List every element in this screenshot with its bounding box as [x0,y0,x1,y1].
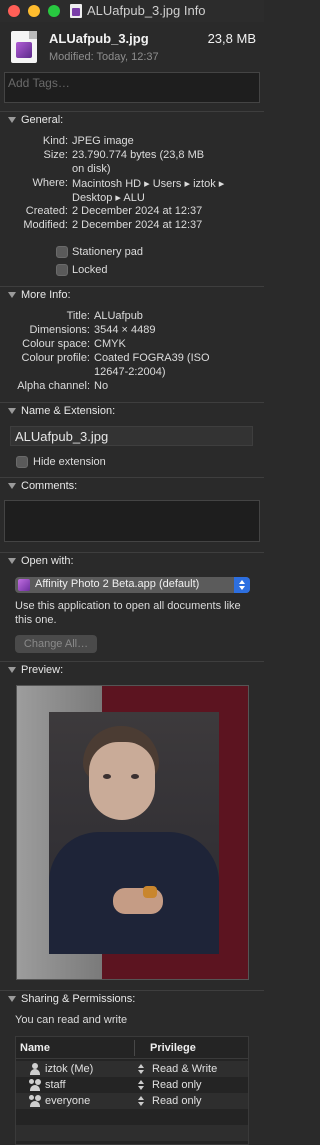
permissions-table-header: Name Privilege [16,1037,248,1059]
group-icon [29,1079,41,1091]
open-with-section-header[interactable]: Open with: [0,552,264,570]
disclosure-triangle-icon[interactable] [8,292,16,298]
stationery-pad-checkbox[interactable] [56,246,68,258]
locked-label: Locked [72,264,108,276]
open-with-app: Affinity Photo 2 Beta.app (default) [35,578,200,590]
name-column-header[interactable]: Name [20,1042,50,1054]
table-row[interactable]: staff Read only [16,1077,248,1093]
affinity-photo-app-icon [18,579,30,591]
title-bar: ALUafpub_3.jpg Info [0,0,264,22]
file-size: 23,8 MB [207,31,256,46]
preview-image [16,685,249,980]
user-icon [29,1063,41,1075]
popup-stepper-icon[interactable] [234,577,250,593]
group-icon [29,1095,41,1107]
privilege-stepper-icon[interactable] [138,1095,146,1107]
tags-input[interactable] [5,73,259,102]
hide-extension-checkbox[interactable] [16,456,28,468]
comments-field[interactable] [4,500,260,542]
general-section-header[interactable]: General: [0,111,264,129]
table-row-empty [16,1125,248,1141]
file-header: ALUafpub_3.jpg 23,8 MB Modified: Today, … [0,22,264,68]
comments-section-header[interactable]: Comments: [0,477,264,495]
permissions-table: Name Privilege iztok (Me) Read & Write s… [15,1036,249,1145]
permissions-note: You can read and write [15,1014,128,1026]
stationery-pad-label: Stationery pad [72,246,143,258]
affinity-photo-document-icon [11,31,37,63]
disclosure-triangle-icon[interactable] [8,408,16,414]
table-row-empty [16,1109,248,1125]
file-name-field[interactable] [10,426,253,446]
locked-checkbox[interactable] [56,264,68,276]
table-row[interactable]: everyone Read only [16,1093,248,1109]
disclosure-triangle-icon[interactable] [8,483,16,489]
file-name-input[interactable] [11,427,252,445]
more-info-section-header[interactable]: More Info: [0,286,264,304]
open-with-popup[interactable]: Affinity Photo 2 Beta.app (default) [15,577,250,593]
disclosure-triangle-icon[interactable] [8,667,16,673]
open-with-note: Use this application to open all documen… [15,600,241,626]
file-name: ALUafpub_3.jpg [49,31,149,46]
close-window-button[interactable] [8,5,20,17]
preview-section-header[interactable]: Preview: [0,661,264,679]
name-extension-section-header[interactable]: Name & Extension: [0,402,264,420]
zoom-window-button[interactable] [48,5,60,17]
file-modified: Modified: Today, 12:37 [49,51,159,63]
privilege-stepper-icon[interactable] [138,1079,146,1091]
disclosure-triangle-icon[interactable] [8,117,16,123]
change-all-button[interactable]: Change All… [15,635,97,653]
disclosure-triangle-icon[interactable] [8,558,16,564]
tags-field[interactable] [4,72,260,103]
hide-extension-label: Hide extension [33,456,106,468]
table-row[interactable]: iztok (Me) Read & Write [16,1061,248,1077]
disclosure-triangle-icon[interactable] [8,996,16,1002]
child-photo [49,712,219,954]
privilege-column-header[interactable]: Privilege [150,1042,196,1054]
window-title: ALUafpub_3.jpg Info [87,3,206,18]
minimize-window-button[interactable] [28,5,40,17]
privilege-stepper-icon[interactable] [138,1063,146,1075]
sharing-section-header[interactable]: Sharing & Permissions: [0,990,264,1008]
document-proxy-icon[interactable] [70,4,82,18]
